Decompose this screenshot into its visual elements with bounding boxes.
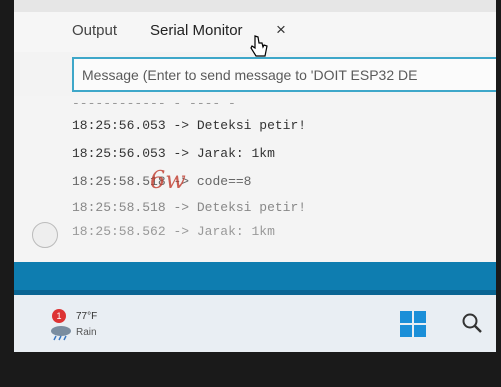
window-top-strip [14,0,496,12]
search-icon[interactable] [460,311,484,335]
timestamp: 18:25:56.053 [72,146,166,161]
message-text: Deteksi petir! [196,200,307,215]
serial-output: ------------ - ---- - 18:25:56.053 -> De… [14,96,496,262]
timestamp: 18:25:56.053 [72,118,166,133]
screen: Output Serial Monitor × ------------ - -… [14,0,496,352]
weather-condition: Rain [76,327,97,338]
tab-serial-monitor[interactable]: Serial Monitor [150,22,243,39]
windows-start-icon[interactable] [398,309,428,339]
message-input-box [72,57,496,92]
arrow: -> [173,118,190,133]
message-text: Jarak: 1km [196,146,275,161]
console-line: 18:25:58.562 -> Jarak: 1km [72,224,275,239]
status-bar [14,262,496,290]
message-text: Deteksi petir! [196,118,307,133]
timestamp: 18:25:58.518 [72,200,166,215]
weather-widget[interactable]: 1 77°F Rain [48,307,108,345]
handwritten-annotation: 6w [150,166,186,194]
arrow: -> [173,146,190,161]
console-line-partial: ------------ - ---- - [72,96,236,111]
close-icon[interactable]: × [276,20,286,40]
message-input[interactable] [74,59,496,90]
console-line: 18:25:56.053 -> Jarak: 1km [72,146,275,161]
message-text: Jarak: 1km [196,224,275,239]
arrow: -> [173,200,190,215]
tab-output[interactable]: Output [72,22,117,39]
console-line: 18:25:56.053 -> Deteksi petir! [72,118,306,133]
taskbar: 1 77°F Rain [14,295,496,352]
weather-temperature: 77°F [76,311,98,322]
rain-cloud-icon [51,326,71,341]
notification-badge: 1 [52,309,66,323]
scroll-circle-button[interactable] [32,222,58,248]
arrow: -> [173,224,190,239]
message-text: code==8 [196,174,252,189]
console-line: 18:25:58.518 -> Deteksi petir! [72,200,306,215]
timestamp: 18:25:58.562 [72,224,166,239]
